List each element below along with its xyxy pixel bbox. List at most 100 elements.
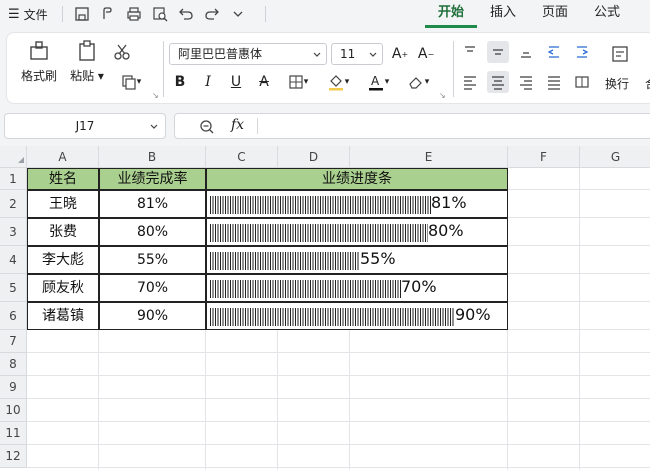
row-header-4[interactable]: 4 [0, 246, 27, 274]
row-header-3[interactable]: 3 [0, 218, 27, 246]
align-right-icon[interactable] [515, 71, 537, 93]
formula-input[interactable]: fx [174, 113, 650, 139]
header-cell-rate[interactable]: 业绩完成率 [99, 168, 206, 190]
underline-icon[interactable]: U [225, 71, 247, 93]
justify-icon[interactable] [543, 71, 565, 93]
gridline [27, 421, 650, 422]
chevron-down-icon: ▾ [136, 77, 142, 87]
copy-button[interactable]: ▾ [115, 71, 147, 93]
progress-bar [210, 308, 455, 326]
quick-access-dropdown-icon[interactable] [225, 2, 251, 26]
progress-bar-cell[interactable]: 55% [206, 246, 508, 274]
borders-icon [289, 75, 303, 89]
progress-bar-cell[interactable]: 80% [206, 218, 508, 246]
tab-page[interactable]: 页面 [529, 0, 581, 28]
divider [453, 41, 454, 97]
clear-format-button[interactable]: ▾ [403, 71, 433, 93]
font-color-icon: A [368, 74, 383, 91]
name-cell[interactable]: 李大彪 [27, 246, 99, 274]
decrease-font-icon[interactable]: A − [415, 43, 437, 65]
column-header-f[interactable]: F [508, 146, 580, 168]
dialog-launcher-icon[interactable]: ↘ [439, 91, 446, 100]
insert-function-icon[interactable]: fx [231, 117, 244, 133]
zoom-icon[interactable] [199, 119, 215, 135]
row-header-6[interactable]: 6 [0, 302, 27, 330]
header-cell-name[interactable]: 姓名 [27, 168, 99, 190]
tab-formula[interactable]: 公式 [581, 0, 633, 28]
cut-icon[interactable] [111, 41, 133, 63]
rate-cell[interactable]: 90% [99, 302, 206, 330]
column-header-a[interactable]: A [27, 146, 99, 168]
paste-icon [79, 40, 95, 61]
row-header-1[interactable]: 1 [0, 168, 27, 190]
increase-indent-icon[interactable] [571, 41, 593, 63]
font-family-select[interactable]: 阿里巴巴普惠体 [169, 43, 327, 65]
name-box[interactable]: J17 [4, 113, 166, 139]
progress-bar-cell[interactable]: 81% [206, 190, 508, 218]
row-header-9[interactable]: 9 [0, 376, 27, 399]
name-cell[interactable]: 顾友秋 [27, 274, 99, 302]
tab-insert[interactable]: 插入 [477, 0, 529, 28]
name-cell[interactable]: 张费 [27, 218, 99, 246]
distribute-icon[interactable] [571, 71, 593, 93]
rate-cell[interactable]: 70% [99, 274, 206, 302]
row-header-10[interactable]: 10 [0, 399, 27, 422]
fill-color-button[interactable]: ▾ [323, 71, 353, 93]
paste-label: 粘贴 ▾ [70, 69, 104, 83]
align-top-icon[interactable] [459, 41, 481, 63]
select-all-corner[interactable] [0, 146, 27, 168]
redo-icon[interactable] [199, 2, 225, 26]
gridline [579, 168, 580, 470]
wrap-text-icon[interactable] [607, 41, 633, 67]
undo-icon[interactable] [173, 2, 199, 26]
format-painter-button[interactable]: 格式刷 [17, 39, 61, 99]
column-header-b[interactable]: B [99, 146, 206, 168]
increase-font-icon[interactable]: A + [389, 43, 411, 65]
worksheet-grid[interactable]: A B C D E F G 1 2 3 4 5 6 7 8 9 10 11 12 姓名 业绩完成率 业绩进度条 王晓 81% 8… [0, 146, 650, 470]
print-icon[interactable] [121, 2, 147, 26]
italic-icon[interactable]: I [197, 71, 219, 93]
progress-bar-cell[interactable]: 70% [206, 274, 508, 302]
row-header-5[interactable]: 5 [0, 274, 27, 302]
bold-icon[interactable]: B [169, 71, 191, 93]
align-middle-icon[interactable] [487, 41, 509, 63]
font-color-button[interactable]: A ▾ [363, 71, 393, 93]
paste-button[interactable]: 粘贴 ▾ [65, 39, 109, 99]
rate-cell[interactable]: 80% [99, 218, 206, 246]
column-header-c[interactable]: C [206, 146, 278, 168]
column-header-d[interactable]: D [278, 146, 350, 168]
column-header-g[interactable]: G [580, 146, 650, 168]
rate-cell[interactable]: 55% [99, 246, 206, 274]
header-cell-progress[interactable]: 业绩进度条 [206, 168, 508, 190]
decrease-indent-icon[interactable] [543, 41, 565, 63]
name-cell[interactable]: 王晓 [27, 190, 99, 218]
progress-bar-label: 70% [401, 277, 437, 296]
font-size-select[interactable]: 11 [331, 43, 383, 65]
file-menu[interactable]: ☰ 文件 [0, 6, 56, 23]
dialog-launcher-icon[interactable]: ↘ [152, 91, 159, 100]
ribbon-tabs: 开始 插入 页面 公式 数 [425, 0, 650, 28]
chevron-down-icon: ▾ [344, 77, 350, 87]
align-left-icon[interactable] [459, 71, 481, 93]
tab-data[interactable]: 数 [633, 0, 650, 28]
print-preview-icon[interactable] [147, 2, 173, 26]
align-center-icon[interactable] [487, 71, 509, 93]
row-header-8[interactable]: 8 [0, 353, 27, 376]
row-header-2[interactable]: 2 [0, 190, 27, 218]
strikethrough-icon[interactable]: A [253, 71, 275, 93]
name-cell[interactable]: 诸葛镇 [27, 302, 99, 330]
rate-cell[interactable]: 81% [99, 190, 206, 218]
column-header-e[interactable]: E [350, 146, 508, 168]
align-bottom-icon[interactable] [515, 41, 537, 63]
progress-bar-label: 81% [431, 193, 467, 212]
row-header-12[interactable]: 12 [0, 445, 27, 468]
progress-bar [210, 196, 431, 214]
row-header-7[interactable]: 7 [0, 330, 27, 353]
export-pdf-icon[interactable] [95, 2, 121, 26]
save-icon[interactable] [69, 2, 95, 26]
borders-button[interactable]: ▾ [283, 71, 313, 93]
row-header-11[interactable]: 11 [0, 422, 27, 445]
progress-bar-cell[interactable]: 90% [206, 302, 508, 330]
tab-home[interactable]: 开始 [425, 0, 477, 28]
chevron-down-icon [369, 52, 377, 57]
